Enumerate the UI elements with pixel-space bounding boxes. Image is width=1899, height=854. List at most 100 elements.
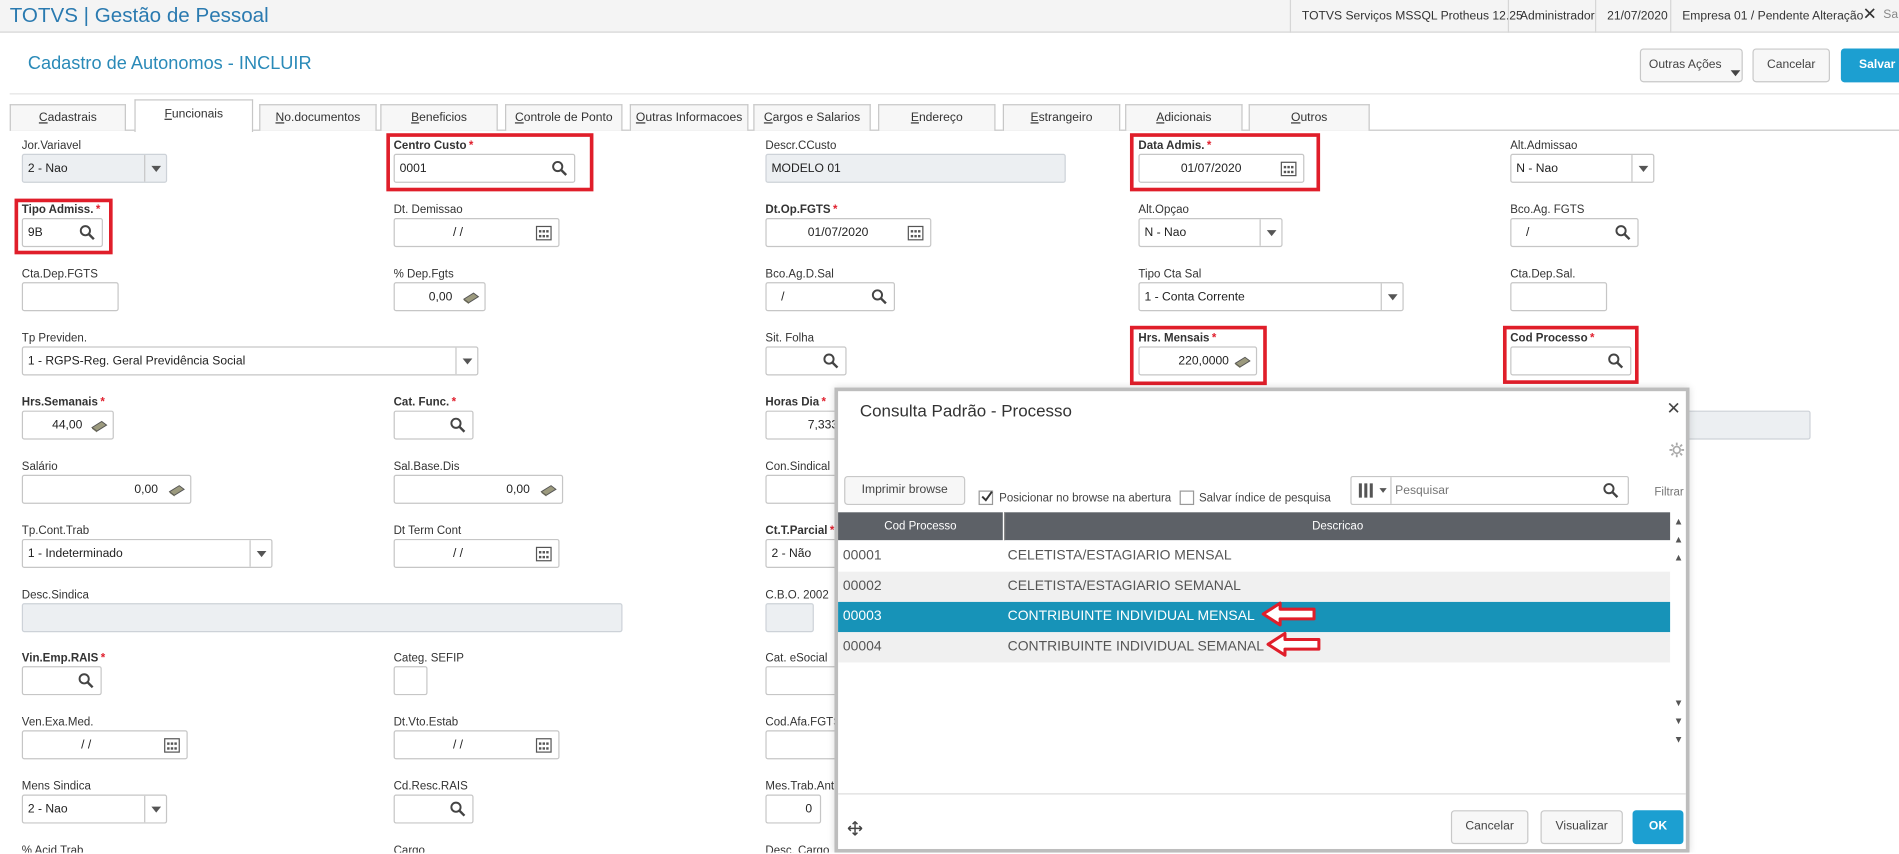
search-icon[interactable]	[1614, 224, 1631, 241]
column-header-description[interactable]: Descricao	[1004, 512, 1671, 541]
gear-icon[interactable]	[1669, 442, 1685, 458]
column-header-code[interactable]: Cod Processo	[838, 512, 1003, 541]
calendar-icon[interactable]	[1280, 160, 1297, 177]
dt-op-fgts-field[interactable]: 01/07/2020	[765, 217, 932, 248]
chevron-down-icon[interactable]	[1380, 283, 1403, 311]
chevron-down-icon[interactable]	[455, 347, 477, 375]
date-info[interactable]: 21/07/2020	[1595, 0, 1679, 33]
scroll-bottom-icon[interactable]: ▼	[1671, 733, 1686, 748]
hrs-semanais-field[interactable]: 44,00	[21, 410, 114, 440]
position-checkbox-label[interactable]: Posicionar no browse na abertura	[999, 492, 1171, 505]
tab-beneficios[interactable]: Beneficios	[380, 104, 498, 131]
alt-opcao-select[interactable]: N - Nao	[1138, 217, 1283, 248]
calculator-icon[interactable]	[1234, 354, 1251, 371]
ok-button[interactable]: OK	[1632, 810, 1684, 845]
hrs-mensais-field[interactable]: 220,0000	[1138, 346, 1258, 376]
bco-ag-d-sal-field[interactable]: /	[765, 282, 896, 312]
save-index-checkbox[interactable]	[1179, 490, 1195, 506]
alt-admissao-select[interactable]: N - Nao	[1510, 153, 1655, 183]
cta-dep-fgts-field[interactable]	[21, 282, 119, 312]
calendar-icon[interactable]	[535, 545, 552, 562]
chevron-down-icon[interactable]	[1259, 219, 1282, 246]
tab-endere-o[interactable]: Endereço	[878, 104, 996, 131]
centro-custo-field[interactable]: 0001	[393, 153, 576, 183]
scroll-down-icon[interactable]: ▼	[1671, 696, 1686, 711]
bco-ag-fgts-field[interactable]: /	[1510, 217, 1639, 248]
categ-sefip-field[interactable]	[393, 666, 428, 696]
mens-sindica-select[interactable]: 2 - Nao	[21, 794, 168, 824]
search-icon[interactable]	[551, 160, 568, 177]
mes-trab-ant-field[interactable]: 0	[765, 794, 822, 824]
chevron-down-icon[interactable]	[144, 155, 166, 182]
save-index-checkbox-label[interactable]: Salvar índice de pesquisa	[1199, 492, 1331, 505]
view-button[interactable]: Visualizar	[1540, 810, 1623, 845]
calculator-icon[interactable]	[91, 418, 108, 435]
scroll-page-up-icon[interactable]: ▲	[1671, 551, 1686, 566]
close-icon[interactable]: ✕	[1863, 4, 1877, 25]
close-icon[interactable]: ✕	[1666, 398, 1680, 419]
calculator-icon[interactable]	[168, 482, 185, 499]
calculator-icon[interactable]	[462, 289, 480, 306]
print-browse-button[interactable]: Imprimir browse	[844, 475, 966, 506]
table-row[interactable]: 00004 CONTRIBUINTE INDIVIDUAL SEMANAL	[838, 632, 1671, 663]
tp-previden-select[interactable]: 1 - RGPS-Reg. Geral Previdência Social	[21, 346, 479, 376]
salario-field[interactable]: 0,00	[21, 474, 192, 504]
pct-dep-fgts-field[interactable]: 0,00	[393, 282, 486, 312]
chevron-down-icon[interactable]	[1631, 155, 1653, 182]
vin-emp-rais-field[interactable]	[21, 666, 102, 696]
cat-func-field[interactable]	[393, 410, 474, 440]
cod-processo-field[interactable]	[1510, 346, 1632, 376]
cancel-button[interactable]: Cancelar	[1752, 48, 1830, 83]
calendar-icon[interactable]	[535, 736, 552, 753]
calendar-icon[interactable]	[907, 224, 924, 241]
dt-demissao-field[interactable]: / /	[393, 217, 560, 248]
table-row[interactable]: 00001 CELETISTA/ESTAGIARIO MENSAL	[838, 541, 1670, 571]
calendar-icon[interactable]	[163, 736, 180, 753]
tab-cadastrais[interactable]: Cadastrais	[9, 104, 126, 131]
data-admis-field[interactable]: 01/07/2020	[1138, 153, 1305, 183]
chevron-down-icon[interactable]	[249, 540, 271, 567]
filter-link[interactable]: Filtrar	[1654, 486, 1683, 499]
tab-cargos-e-salarios[interactable]: Cargos e Salarios	[753, 104, 871, 131]
tab-outras-informacoes[interactable]: Outras Informacoes	[629, 104, 749, 131]
table-row[interactable]: 00002 CELETISTA/ESTAGIARIO SEMANAL	[838, 571, 1671, 602]
calendar-icon[interactable]	[535, 224, 552, 241]
sit-folha-field[interactable]	[765, 346, 847, 376]
tab-funcionais[interactable]: Funcionais	[134, 99, 254, 133]
jor-variavel-select[interactable]: 2 - Nao	[21, 153, 168, 183]
cta-dep-sal-field[interactable]	[1510, 282, 1608, 312]
scroll-top-icon[interactable]: ▲	[1671, 515, 1686, 530]
chevron-down-icon[interactable]	[144, 795, 166, 823]
tipo-cta-sal-select[interactable]: 1 - Conta Corrente	[1138, 282, 1404, 312]
scroll-up-icon[interactable]: ▲	[1671, 533, 1686, 548]
search-icon[interactable]	[871, 288, 888, 305]
tab-outros[interactable]: Outros	[1248, 104, 1370, 131]
table-row[interactable]: 00003 CONTRIBUINTE INDIVIDUAL MENSAL	[838, 601, 1671, 633]
tab-adicionais[interactable]: Adicionais	[1125, 104, 1243, 131]
calculator-icon[interactable]	[540, 482, 557, 499]
tab-estrangeiro[interactable]: Estrangeiro	[1002, 104, 1121, 131]
ven-exa-med-field[interactable]: / /	[21, 730, 188, 760]
search-index-selector[interactable]	[1352, 477, 1392, 504]
user-info[interactable]: Administrador	[1507, 0, 1606, 33]
search-icon[interactable]	[449, 417, 466, 434]
tp-cont-trab-select[interactable]: 1 - Indeterminado	[21, 538, 273, 569]
dt-vto-estab-field[interactable]: / /	[393, 730, 560, 760]
tipo-admiss-field[interactable]: 9B	[21, 217, 103, 248]
more-actions-button[interactable]: Outras Ações	[1639, 48, 1743, 83]
tab-no-documentos[interactable]: No.documentos	[259, 104, 377, 131]
sal-base-dis-field[interactable]: 0,00	[393, 474, 564, 504]
cd-resc-rais-field[interactable]	[393, 794, 474, 824]
search-icon[interactable]	[79, 224, 96, 241]
search-box[interactable]	[1350, 475, 1629, 506]
move-icon[interactable]	[847, 821, 863, 836]
search-icon[interactable]	[449, 801, 466, 818]
position-checkbox[interactable]	[978, 490, 994, 506]
company-info[interactable]: Empresa 01 / Pendente Alteração	[1670, 0, 1874, 33]
save-button[interactable]: Salvar	[1840, 48, 1899, 83]
scroll-page-down-icon[interactable]: ▼	[1671, 715, 1686, 730]
search-icon[interactable]	[78, 672, 95, 689]
tab-controle-de-ponto[interactable]: Controle de Ponto	[505, 104, 623, 131]
search-input[interactable]	[1395, 480, 1589, 501]
search-icon[interactable]	[822, 352, 839, 369]
